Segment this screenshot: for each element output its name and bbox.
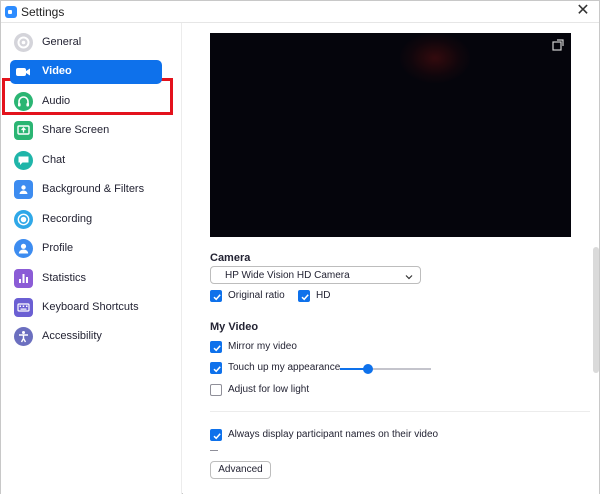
preview-glow — [400, 33, 470, 83]
low-light-checkbox[interactable]: Adjust for low light — [210, 384, 340, 398]
checkbox-checked[interactable] — [298, 290, 310, 302]
sidebar-item-label: Statistics — [42, 272, 87, 284]
sidebar-item-label: Profile — [42, 242, 74, 254]
sidebar-item-label: Background & Filters — [42, 183, 145, 195]
sidebar-item-statistics[interactable]: Statistics — [10, 267, 162, 291]
checkbox-checked[interactable] — [210, 290, 222, 302]
sidebar-item-accessibility[interactable]: Accessibility — [10, 325, 162, 349]
sidebar-item-audio[interactable]: Audio — [10, 90, 162, 114]
sidebar-item-keyboard-shortcuts[interactable]: Keyboard Shortcuts — [10, 296, 162, 320]
window-title: Settings — [21, 5, 65, 19]
keyboard-icon — [14, 298, 33, 317]
video-settings-panel: Camera HP Wide Vision HD Camera Original… — [183, 23, 599, 494]
gear-icon — [14, 33, 33, 52]
sidebar-item-general[interactable]: General — [10, 31, 162, 55]
my-video-heading: My Video — [210, 321, 259, 333]
rotate-camera-icon[interactable] — [551, 38, 565, 52]
touch-up-label: Touch up my appearance — [228, 362, 341, 373]
sidebar-item-share-screen[interactable]: Share Screen — [10, 119, 162, 143]
sidebar-item-profile[interactable]: Profile — [10, 237, 162, 261]
touch-up-slider[interactable] — [340, 363, 431, 375]
participant-names-checkbox[interactable]: Always display participant names on thei… — [210, 429, 440, 443]
sidebar-item-label: Share Screen — [42, 124, 110, 136]
slider-knob[interactable] — [363, 364, 373, 374]
record-icon — [14, 210, 33, 229]
settings-sidebar: General Video Audio Share Screen Chat Ba… — [1, 23, 182, 494]
scrollbar-thumb[interactable] — [593, 247, 599, 373]
camera-select[interactable]: HP Wide Vision HD Camera — [210, 266, 421, 284]
scrollbar[interactable] — [593, 23, 599, 494]
headphones-icon — [14, 92, 33, 111]
camera-preview — [210, 33, 571, 237]
camera-select-value: HP Wide Vision HD Camera — [225, 270, 350, 281]
original-ratio-label: Original ratio — [228, 290, 285, 301]
sidebar-item-label: General — [42, 36, 82, 48]
sidebar-item-video[interactable]: Video — [10, 60, 162, 84]
camera-heading: Camera — [210, 252, 251, 264]
checkbox-checked[interactable] — [210, 429, 222, 441]
hd-label: HD — [316, 290, 331, 301]
low-light-label: Adjust for low light — [228, 384, 310, 395]
accessibility-icon — [14, 327, 33, 346]
chevron-down-icon — [405, 270, 413, 280]
sidebar-item-label: Recording — [42, 213, 93, 225]
participant-names-label: Always display participant names on thei… — [228, 429, 439, 440]
sidebar-item-chat[interactable]: Chat — [10, 149, 162, 173]
sidebar-item-label: Chat — [42, 154, 66, 166]
section-divider — [210, 411, 590, 412]
chat-bubble-icon — [14, 151, 33, 170]
title-bar: Settings ✕ — [1, 1, 599, 23]
sidebar-item-recording[interactable]: Recording — [10, 208, 162, 232]
touch-up-checkbox[interactable]: Touch up my appearance — [210, 362, 340, 376]
partially-hidden-checkbox[interactable] — [210, 450, 218, 453]
sidebar-item-label: Audio — [42, 95, 71, 107]
person-background-icon — [14, 180, 33, 199]
checkbox-checked[interactable] — [210, 341, 222, 353]
profile-icon — [14, 239, 33, 258]
share-screen-icon — [14, 121, 33, 140]
hd-checkbox[interactable]: HD — [298, 290, 338, 304]
video-camera-icon — [14, 62, 33, 81]
mirror-video-label: Mirror my video — [228, 341, 297, 352]
bar-chart-icon — [14, 269, 33, 288]
sidebar-item-label: Keyboard Shortcuts — [42, 301, 139, 313]
checkbox-checked[interactable] — [210, 362, 222, 374]
close-icon[interactable]: ✕ — [575, 2, 591, 20]
sidebar-item-label: Accessibility — [42, 330, 102, 342]
zoom-app-icon — [5, 6, 17, 18]
advanced-button[interactable]: Advanced — [210, 461, 271, 479]
sidebar-item-background-filters[interactable]: Background & Filters — [10, 178, 162, 202]
sidebar-item-label: Video — [42, 65, 72, 77]
mirror-video-checkbox[interactable]: Mirror my video — [210, 341, 330, 355]
settings-window: Settings ✕ General Video Audio Share Scr… — [0, 0, 600, 494]
checkbox-unchecked[interactable] — [210, 384, 222, 396]
